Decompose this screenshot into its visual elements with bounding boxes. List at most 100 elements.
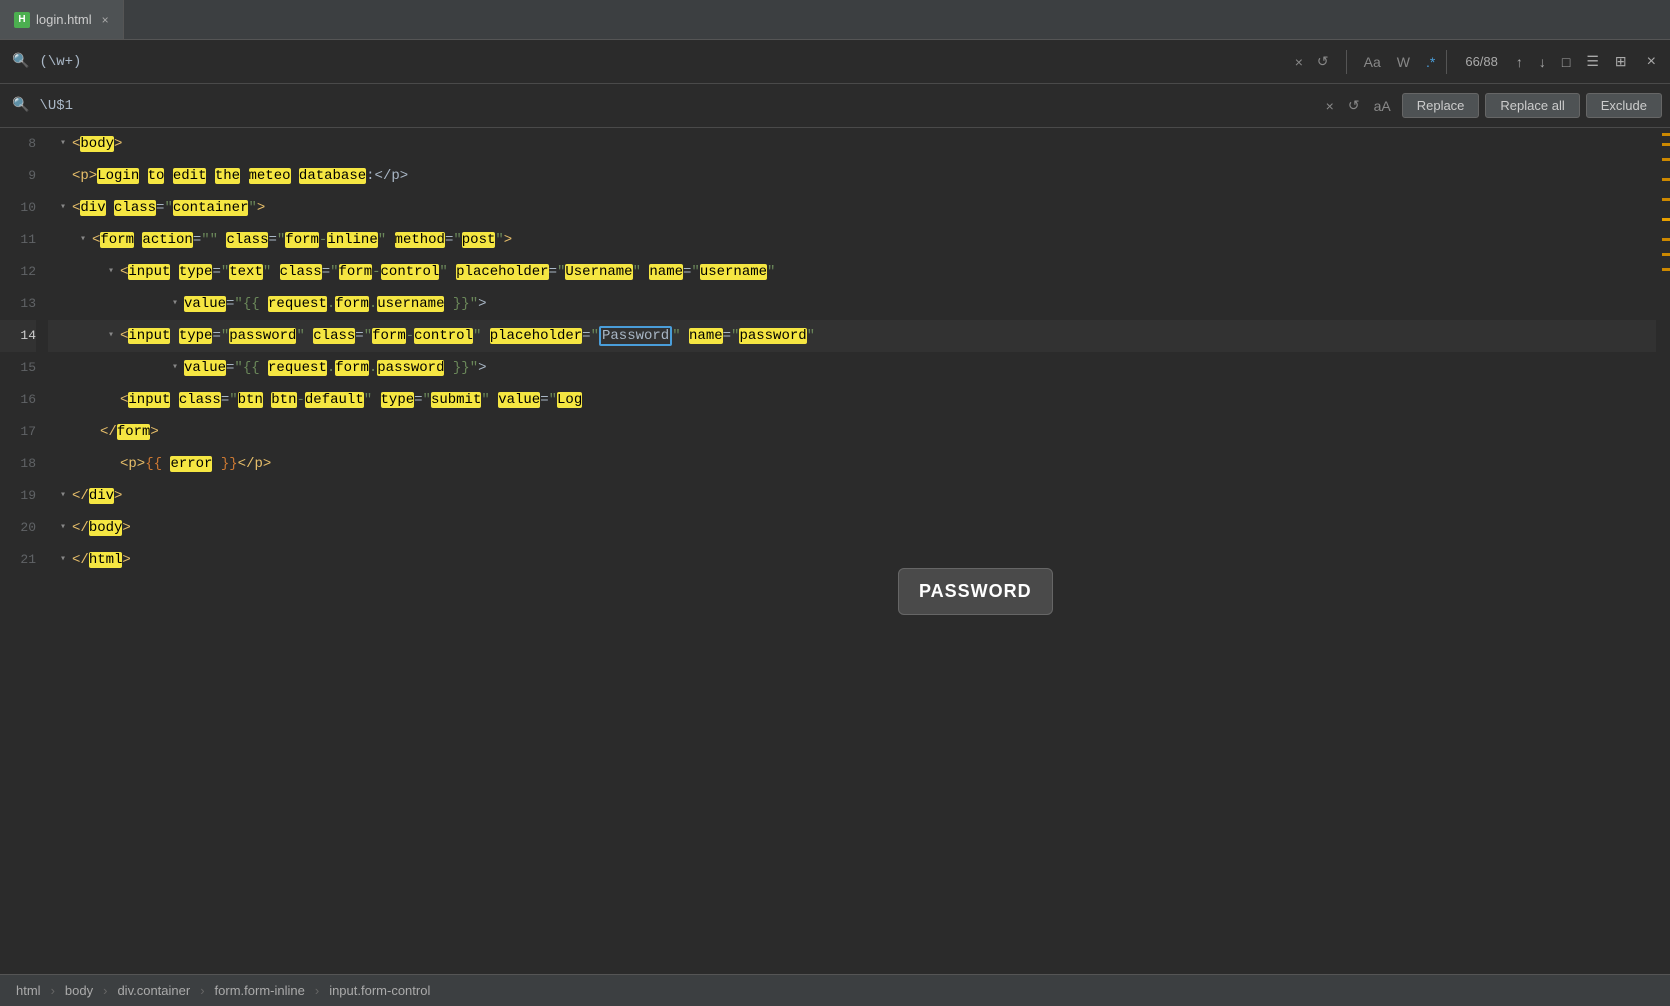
scroll-marker-4 [1662,178,1670,181]
breadcrumb-div[interactable]: div.container [117,983,190,998]
ln-9: 9 [0,160,36,192]
code-line-13: ▾ value="{{ request.form.username }}"> [48,288,1656,320]
ln-20: 20 [0,512,36,544]
refresh-search-1-btn[interactable]: ↺ [1312,50,1334,73]
breadcrumb-input[interactable]: input.form-control [329,983,430,998]
fold-9 [56,169,70,183]
code-line-20: ▾ </body> [48,512,1656,544]
fold-12[interactable]: ▾ [104,265,118,279]
fold-10[interactable]: ▾ [56,201,70,215]
replace-btn[interactable]: Replace [1402,93,1480,118]
code-line-19: ▾ </div> [48,480,1656,512]
ln-14: 14 [0,320,36,352]
code-19-content: </div> [72,480,122,512]
ln-8: 8 [0,128,36,160]
code-editor[interactable]: ▾ <body> <p>Login to edit the meteo data… [48,128,1656,974]
code-18-content: <p>{{ error }}</p> [120,448,271,480]
search-input-1[interactable] [39,54,1283,70]
regex-btn[interactable]: .* [1421,51,1440,73]
fold-15[interactable]: ▾ [168,361,182,375]
scrollbar-area[interactable] [1656,128,1670,974]
ln-10: 10 [0,192,36,224]
search-controls-2: × ↺ aA [1321,94,1396,117]
ln-15: 15 [0,352,36,384]
ln-17: 17 [0,416,36,448]
line-numbers: 8 9 10 11 12 13 14 15 16 17 18 19 20 21 [0,128,48,974]
code-line-15: ▾ value="{{ request.form.password }}"> [48,352,1656,384]
scroll-marker-8 [1662,268,1670,271]
code-12-content: <input type="text" class="form-control" … [120,256,775,288]
match-case-btn[interactable]: Aa [1359,51,1386,73]
code-14-content: <input type="password" class="form-contr… [120,320,815,352]
breadcrumb-html[interactable]: html [16,983,41,998]
fold-16 [104,393,118,407]
fold-18 [104,457,118,471]
code-line-10: ▾ <div class="container"> [48,192,1656,224]
tab-close-btn[interactable]: × [102,13,109,27]
case-replace-btn[interactable]: aA [1369,95,1396,117]
code-20-content: </body> [72,512,131,544]
code-13-content: value="{{ request.form.username }}"> [184,288,487,320]
scroll-marker-3 [1662,158,1670,161]
file-tab[interactable]: H login.html × [0,0,124,39]
close-search-panel-btn[interactable]: × [1641,50,1662,74]
ln-16: 16 [0,384,36,416]
ln-13: 13 [0,288,36,320]
code-line-16: <input class="btn btn-default" type="sub… [48,384,1656,416]
code-line-11: ▾ <form action="" class="form-inline" me… [48,224,1656,256]
match-word-btn[interactable]: W [1392,51,1415,73]
scroll-marker-1 [1662,133,1670,136]
fold-13[interactable]: ▾ [168,297,182,311]
sep-3: › [200,983,204,998]
top-right-area: 66/88 ↑ ↓ □ ☰ ⊞ × [1446,50,1662,74]
code-10-content: <div class="container"> [72,192,265,224]
password-tooltip: PASSWORD [898,568,1053,615]
fold-20[interactable]: ▾ [56,521,70,535]
code-line-17: </form> [48,416,1656,448]
fold-19[interactable]: ▾ [56,489,70,503]
divider-1 [1346,50,1347,74]
search-icon-1[interactable]: 🔍 [8,51,33,72]
multiline-btn[interactable]: ☰ [1580,50,1605,73]
filter-btn[interactable]: ⊞ [1609,50,1633,73]
scroll-marker-5 [1662,198,1670,201]
code-11-content: <form action="" class="form-inline" meth… [92,224,512,256]
code-8-content: <body> [72,128,122,160]
ln-12: 12 [0,256,36,288]
code-line-8: ▾ <body> [48,128,1656,160]
close-replace-btn[interactable]: × [1321,95,1339,117]
ln-21: 21 [0,544,36,576]
code-16-content: <input class="btn btn-default" type="sub… [120,384,582,416]
ln-18: 18 [0,448,36,480]
replace-controls: Replace Replace all Exclude [1402,93,1662,118]
refresh-replace-btn[interactable]: ↺ [1343,94,1365,117]
select-all-btn[interactable]: □ [1556,51,1576,73]
search-row-1: 🔍 × ↺ Aa W .* 66/88 ↑ ↓ □ ☰ ⊞ × [0,40,1670,84]
scroll-marker-current [1662,218,1670,221]
code-line-12: ▾ <input type="text" class="form-control… [48,256,1656,288]
code-21-content: </html> [72,544,131,576]
sep-4: › [315,983,319,998]
code-17-content: </form> [100,416,159,448]
replace-all-btn[interactable]: Replace all [1485,93,1579,118]
scroll-marker-7 [1662,253,1670,256]
code-9-content: <p>Login to edit the meteo database:</p> [72,160,408,192]
fold-21[interactable]: ▾ [56,553,70,567]
code-line-9: <p>Login to edit the meteo database:</p> [48,160,1656,192]
fold-8[interactable]: ▾ [56,137,70,151]
ln-11: 11 [0,224,36,256]
replace-input[interactable] [39,98,1314,114]
close-search-1-btn[interactable]: × [1290,51,1308,73]
breadcrumb-form[interactable]: form.form-inline [215,983,305,998]
ln-19: 19 [0,480,36,512]
sep-2: › [103,983,107,998]
breadcrumb-body[interactable]: body [65,983,93,998]
fold-14[interactable]: ▾ [104,329,118,343]
code-line-14: ▾ <input type="password" class="form-con… [48,320,1656,352]
next-match-btn[interactable]: ↓ [1533,51,1552,73]
fold-11[interactable]: ▾ [76,233,90,247]
code-15-content: value="{{ request.form.password }}"> [184,352,487,384]
prev-match-btn[interactable]: ↑ [1510,51,1529,73]
search-icon-2[interactable]: 🔍 [8,95,33,116]
exclude-btn[interactable]: Exclude [1586,93,1662,118]
